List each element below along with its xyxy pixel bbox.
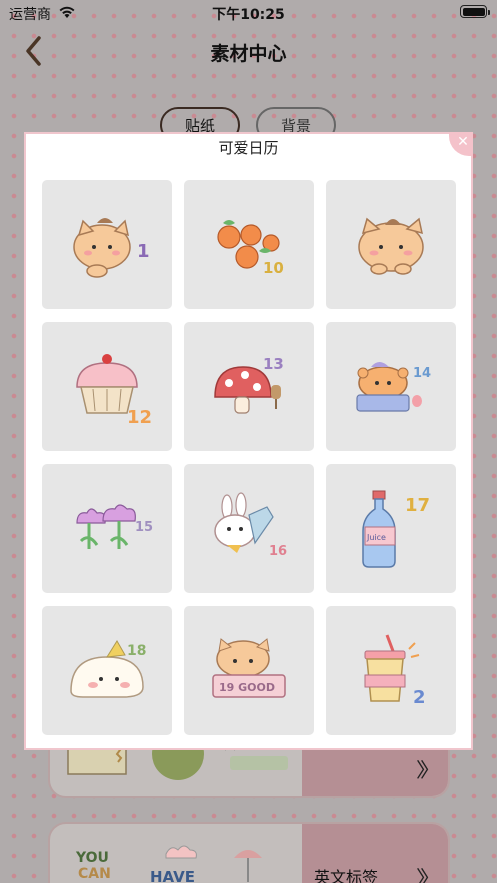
sticker-cell-1[interactable]: 1 — [42, 180, 172, 309]
sticker-number: 2 — [413, 687, 426, 708]
sticker-number: 10 — [263, 259, 284, 277]
sticker-number: 16 — [269, 544, 287, 559]
sticker-cell-2[interactable]: 10 — [184, 180, 314, 309]
bunny-icon: 16 — [214, 491, 287, 559]
oranges-icon: 10 — [217, 219, 284, 277]
cat-sign-icon: 19 GOOD — [212, 637, 286, 698]
sticker-cell-11[interactable]: 19 GOOD — [184, 606, 314, 735]
sticker-cell-4[interactable]: 12 — [42, 322, 172, 451]
cupcake-icon: 12 — [76, 353, 152, 428]
sticker-cell-5[interactable]: 13 — [184, 322, 314, 451]
sticker-number: 17 — [405, 495, 430, 516]
cat-icon — [358, 217, 424, 275]
status-time: 下午10:25 — [212, 7, 285, 23]
juice-bottle-icon: Juice 17 — [362, 490, 430, 568]
page-title: 素材中心 — [210, 43, 287, 65]
battery-icon — [460, 5, 490, 18]
mushroom-icon: 13 — [214, 355, 284, 414]
sticker-number: 13 — [263, 355, 284, 373]
sticker-grid: 1 10 12 13 14 15 16 Juice 17 18 19 GOOD … — [42, 180, 457, 736]
cat-icon: 1 — [73, 217, 150, 278]
thumb-text-have: HAVE — [150, 868, 195, 883]
card-thumbnails: YOU CAN HAVE — [50, 824, 306, 883]
thumb-text-you: YOU — [75, 850, 109, 866]
flowers-icon: 15 — [76, 503, 153, 549]
sticker-cell-8[interactable]: 16 — [184, 464, 314, 593]
sticker-cell-12[interactable]: 2 — [326, 606, 456, 735]
sticker-cell-10[interactable]: 18 — [42, 606, 172, 735]
sticker-picker-modal: 可爱日历 ✕ 1 10 12 13 14 15 16 Juice 17 18 1… — [24, 132, 473, 750]
sticker-cell-9[interactable]: Juice 17 — [326, 464, 456, 593]
category-card-english-labels[interactable]: YOU CAN HAVE 英文标签 〉〉 — [48, 822, 450, 883]
sticker-number: 15 — [135, 520, 153, 535]
sign-text: 19 GOOD — [219, 681, 275, 694]
sticker-number: 14 — [413, 366, 431, 381]
thumb-text-can: CAN — [78, 866, 111, 882]
sticker-cell-7[interactable]: 15 — [42, 464, 172, 593]
sticker-cell-3[interactable] — [326, 180, 456, 309]
sticker-number: 12 — [127, 407, 152, 428]
card-label-area: 英文标签 〉〉 — [302, 824, 448, 883]
sticker-number: 18 — [127, 643, 146, 659]
card-label: 英文标签 — [314, 868, 379, 883]
bear-icon: 14 — [356, 361, 431, 412]
drink-cup-icon: 2 — [364, 633, 426, 708]
puppy-icon: 18 — [70, 639, 146, 698]
sticker-cell-6[interactable]: 14 — [326, 322, 456, 451]
sticker-number: 1 — [137, 241, 150, 262]
modal-title: 可爱日历 — [218, 139, 279, 157]
status-bar: 运营商 下午10:25 — [0, 0, 497, 24]
double-chevron-right-icon: 〉〉 — [416, 866, 440, 883]
bottle-label: Juice — [366, 533, 386, 542]
double-chevron-right-icon: 〉〉 — [416, 758, 440, 782]
